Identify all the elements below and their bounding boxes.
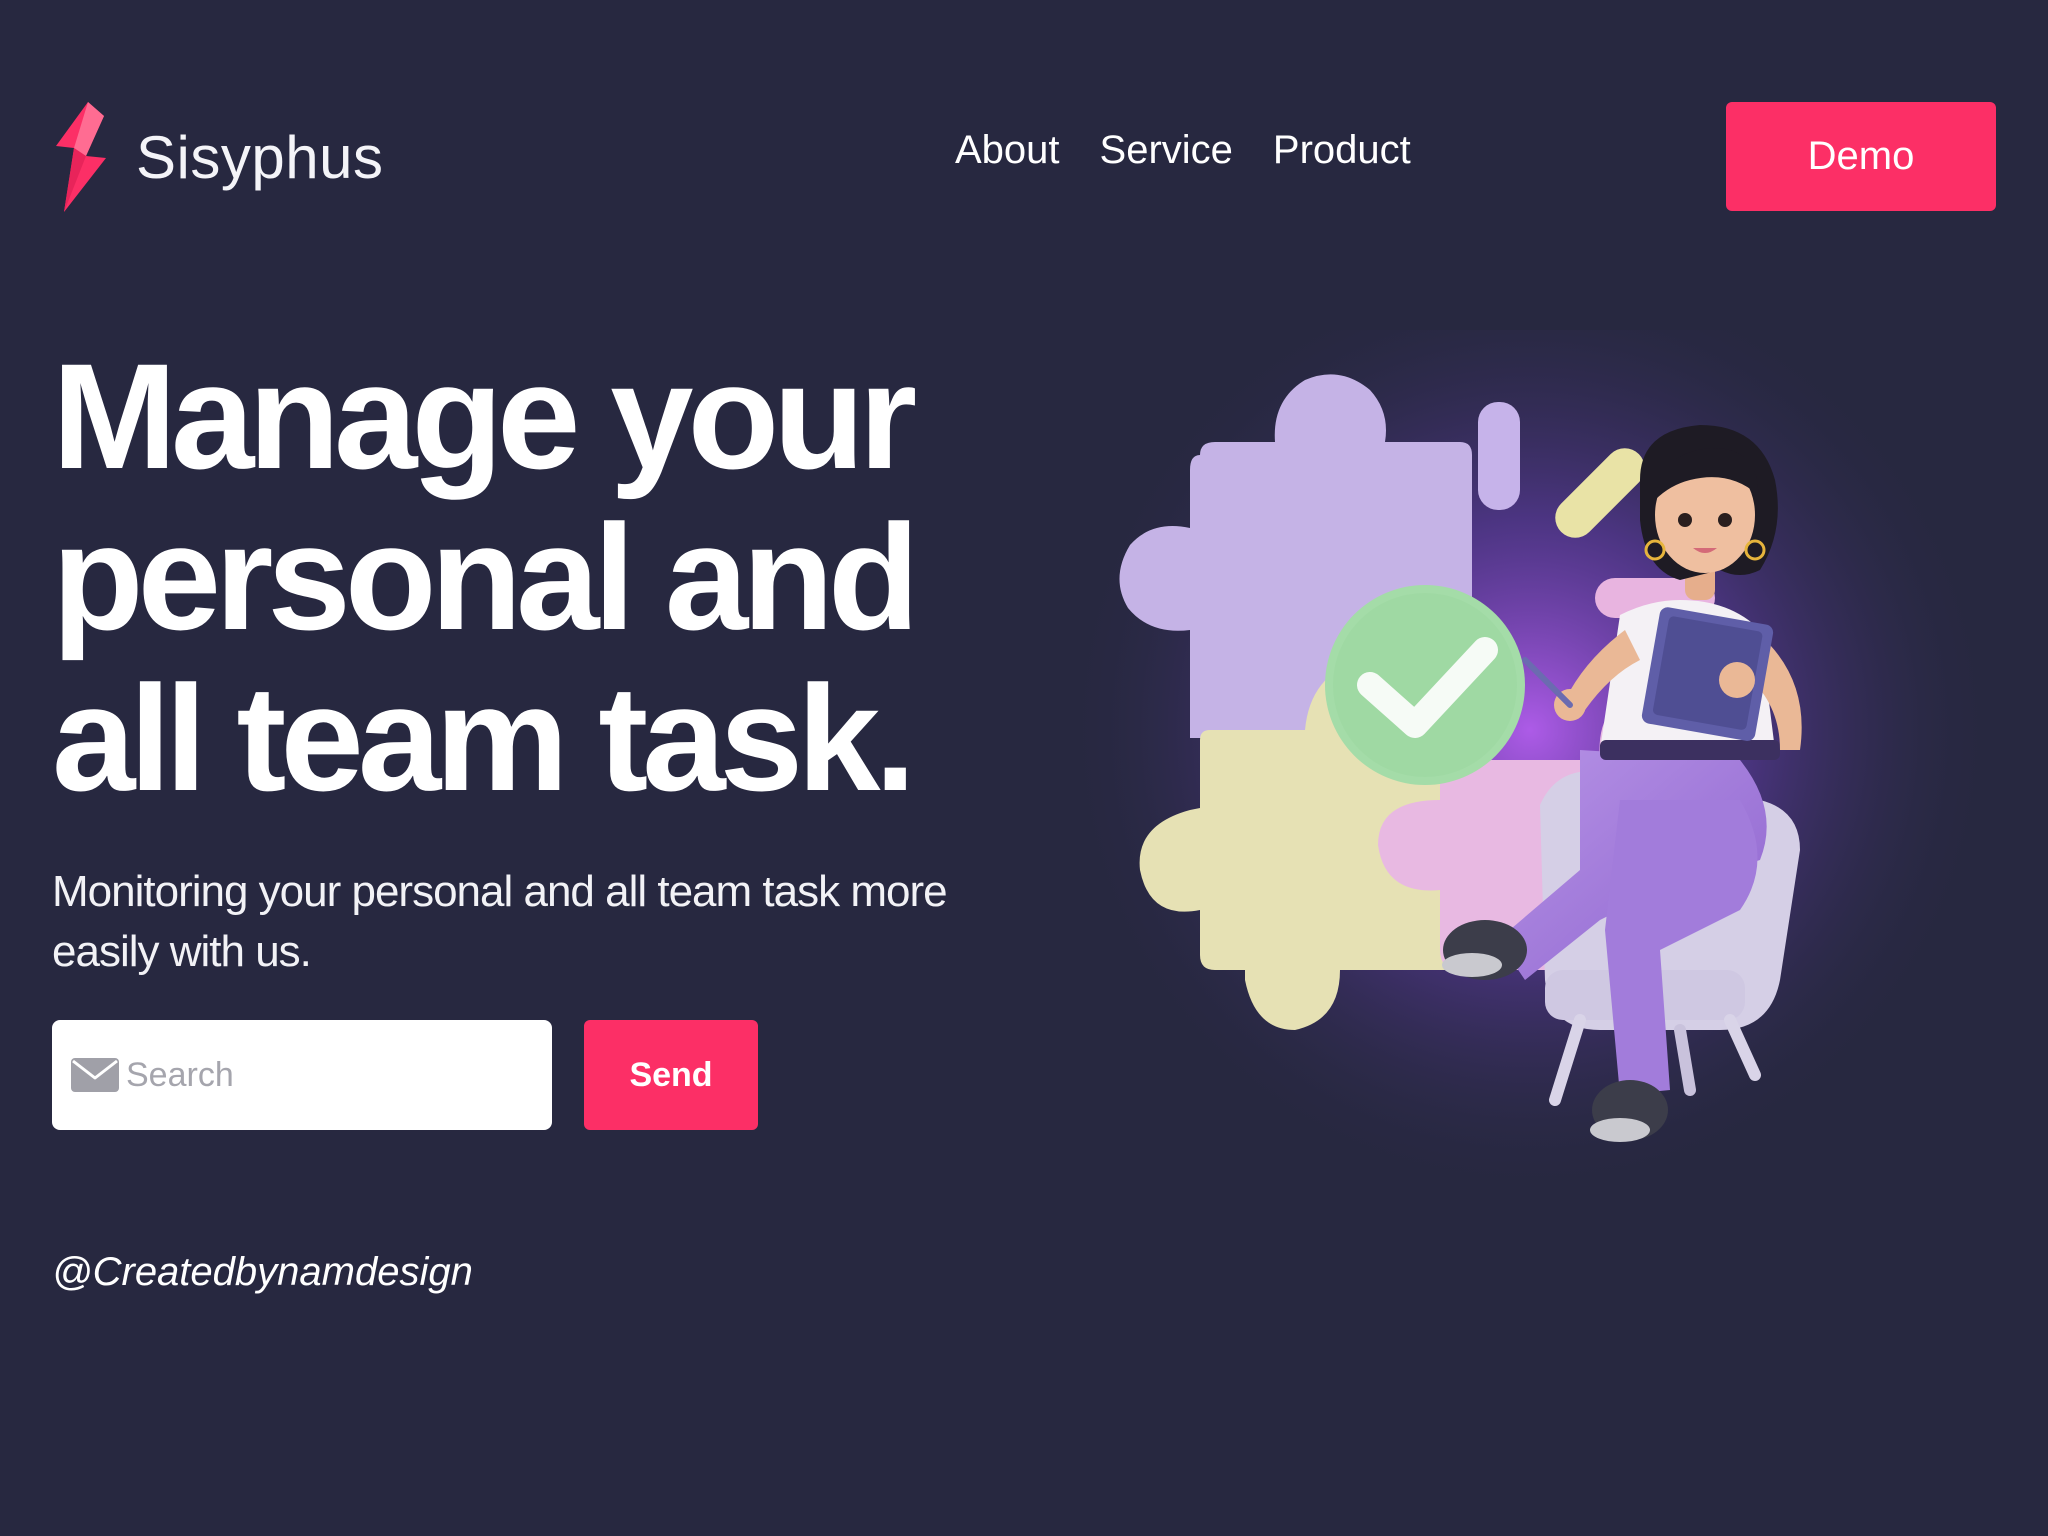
search-field[interactable] bbox=[52, 1020, 552, 1130]
decor-pill bbox=[1478, 402, 1520, 510]
nav-link-product[interactable]: Product bbox=[1273, 128, 1411, 173]
main-nav: About Service Product bbox=[955, 128, 1411, 173]
headline-line: all team task. bbox=[52, 654, 916, 822]
mail-icon bbox=[71, 1058, 119, 1092]
brand-name: Sisyphus bbox=[136, 123, 384, 191]
search-input[interactable] bbox=[126, 1055, 506, 1095]
credit-text: @Createdbynamdesign bbox=[52, 1250, 473, 1294]
hero-headline: Manage your personal and all team task. bbox=[52, 332, 920, 822]
brand-logo[interactable]: Sisyphus bbox=[52, 102, 383, 212]
demo-button[interactable]: Demo bbox=[1726, 102, 1996, 211]
headline-line: Manage your bbox=[52, 332, 917, 500]
check-circle-icon bbox=[1325, 585, 1525, 785]
hero-subtitle: Monitoring your personal and all team ta… bbox=[52, 867, 948, 976]
nav-link-service[interactable]: Service bbox=[1100, 128, 1233, 173]
headline-line: personal and bbox=[52, 493, 920, 661]
nav-link-about[interactable]: About bbox=[955, 128, 1060, 173]
hero-illustration bbox=[1060, 330, 2000, 1200]
send-button[interactable]: Send bbox=[584, 1020, 758, 1130]
lightning-bolt-logo-icon bbox=[56, 102, 106, 212]
